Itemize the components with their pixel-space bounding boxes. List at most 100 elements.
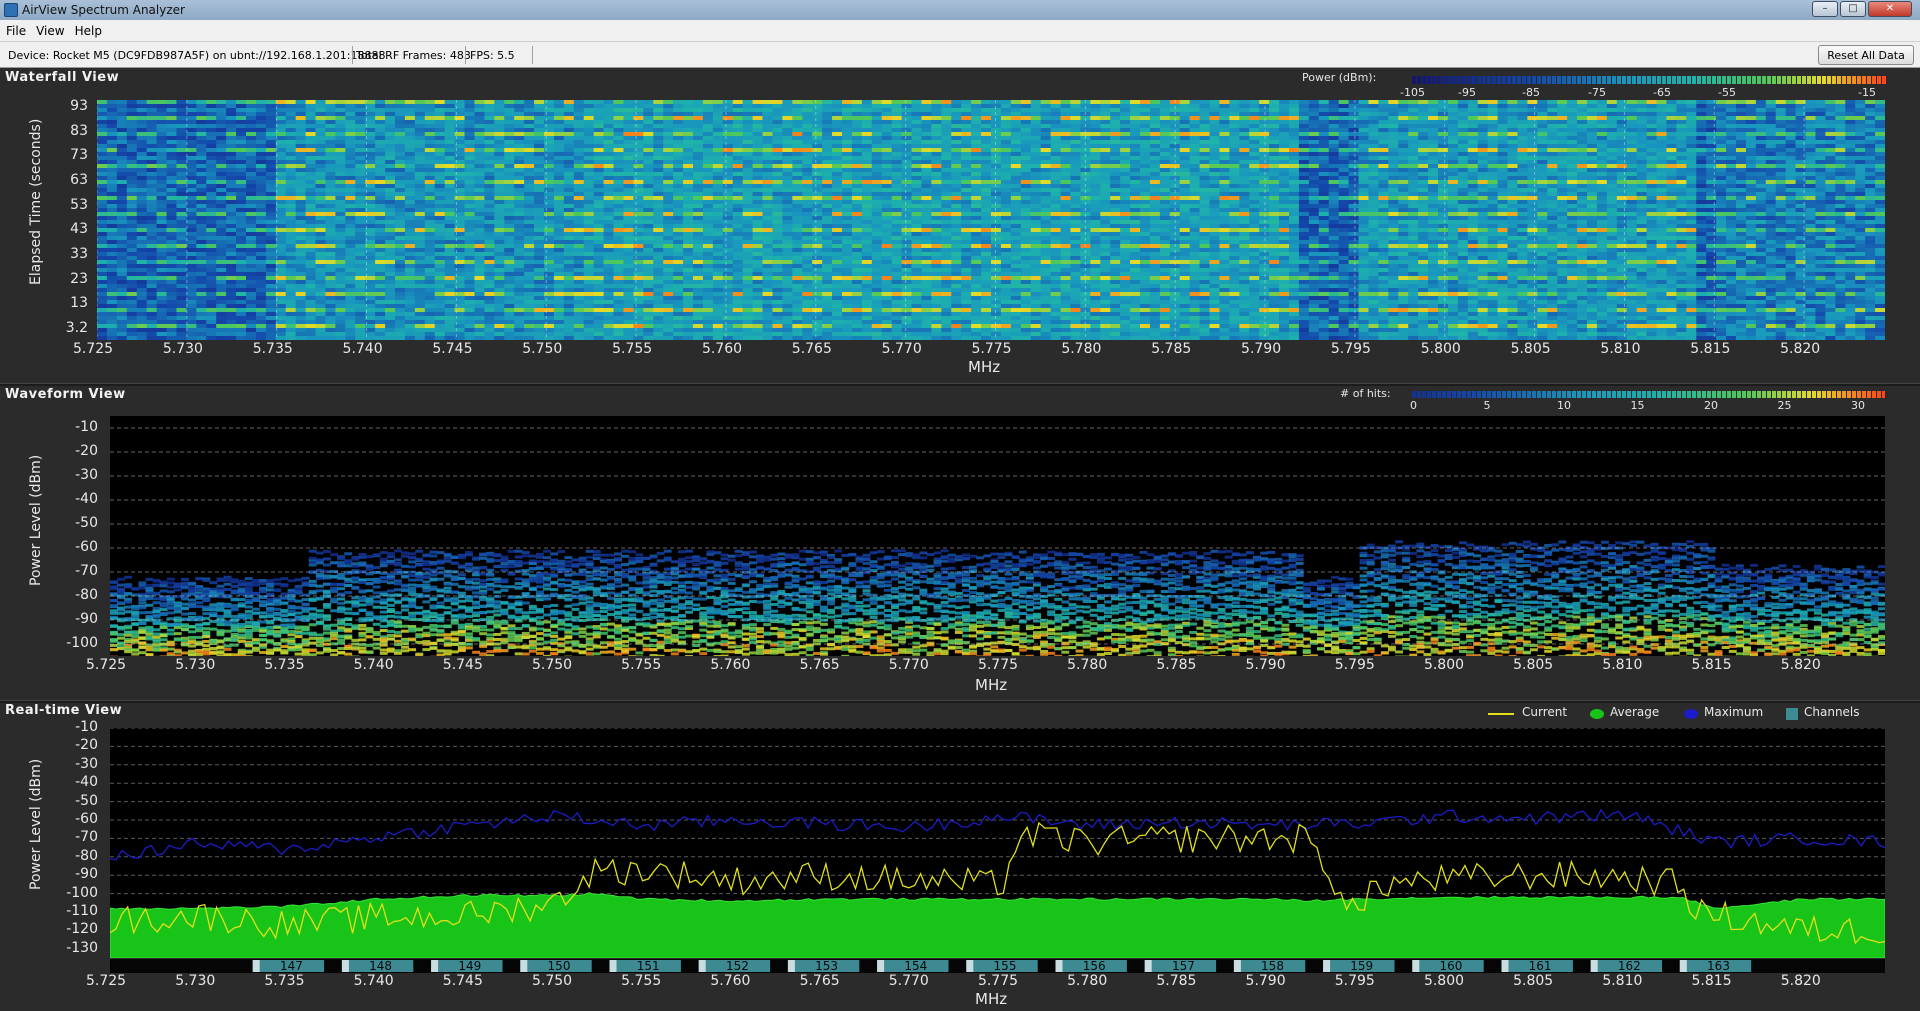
hits-legend-tick: 0 bbox=[1410, 399, 1417, 412]
channel-block: 150 bbox=[520, 959, 592, 973]
divider bbox=[532, 46, 533, 64]
hits-legend-tick: 15 bbox=[1630, 399, 1645, 412]
channel-block: 152 bbox=[698, 959, 771, 973]
channel-label: 155 bbox=[994, 959, 1017, 973]
waveform-x-tick: 5.795 bbox=[1334, 657, 1375, 673]
waterfall-y-label: Elapsed Time (seconds) bbox=[28, 118, 44, 285]
waterfall-x-tick: 5.750 bbox=[522, 341, 563, 357]
maximize-icon[interactable]: □ bbox=[1840, 1, 1866, 17]
waterfall-x-tick: 5.725 bbox=[73, 341, 114, 357]
channel-block: 157 bbox=[1144, 959, 1217, 973]
waterfall-title: Waterfall View bbox=[5, 70, 120, 85]
channel-block: 161 bbox=[1501, 959, 1573, 973]
realtime-x-label: MHz bbox=[975, 990, 1008, 1008]
waterfall-x-tick: 5.760 bbox=[701, 341, 743, 357]
hits-legend-tick: 10 bbox=[1557, 399, 1571, 412]
waveform-x-tick: 5.730 bbox=[175, 657, 216, 673]
realtime-x-tick: 5.775 bbox=[977, 973, 1019, 989]
channel-label: 148 bbox=[369, 959, 392, 973]
waveform-x-tick: 5.745 bbox=[442, 657, 483, 673]
waterfall-x-tick: 5.805 bbox=[1510, 341, 1551, 357]
waveform-y-tick: -40 bbox=[75, 491, 98, 507]
channel-label: 153 bbox=[815, 959, 838, 973]
waveform-title: Waveform View bbox=[5, 387, 126, 402]
realtime-plot[interactable] bbox=[110, 728, 1885, 958]
waterfall-x-label: MHz bbox=[968, 358, 1001, 376]
waveform-x-tick: 5.740 bbox=[353, 657, 394, 673]
realtime-y-tick: -100 bbox=[66, 884, 98, 901]
power-color-scale bbox=[1412, 76, 1886, 84]
menu-file[interactable]: File bbox=[2, 20, 30, 38]
channel-label: 149 bbox=[458, 959, 481, 973]
waterfall-x-tick: 5.790 bbox=[1241, 341, 1282, 357]
waterfall-x-tick: 5.795 bbox=[1330, 341, 1371, 357]
realtime-x-tick: 5.770 bbox=[888, 973, 929, 989]
channel-block: 156 bbox=[1055, 959, 1127, 973]
realtime-y-tick: -90 bbox=[75, 866, 98, 883]
realtime-y-tick: -130 bbox=[66, 939, 98, 956]
waveform-x-tick: 5.805 bbox=[1513, 657, 1554, 673]
channel-block: 149 bbox=[431, 959, 503, 973]
waterfall-y-tick: 83 bbox=[70, 122, 88, 139]
channel-label: 156 bbox=[1083, 959, 1106, 973]
channel-label: 158 bbox=[1261, 959, 1284, 973]
realtime-x-tick: 5.815 bbox=[1691, 973, 1732, 989]
waveform-x-tick: 5.770 bbox=[888, 657, 929, 673]
current-legend-line bbox=[1488, 713, 1514, 715]
waterfall-x-tick: 5.765 bbox=[791, 341, 832, 357]
realtime-y-tick: -30 bbox=[75, 755, 98, 772]
menu-bar: File View Help bbox=[0, 20, 1920, 42]
channel-label: 163 bbox=[1707, 959, 1730, 973]
waveform-x-tick: 5.820 bbox=[1780, 657, 1821, 673]
realtime-x-tick: 5.750 bbox=[531, 973, 573, 989]
rf-frames-count: Total RF Frames: 483 bbox=[356, 49, 471, 62]
close-icon[interactable]: ✕ bbox=[1868, 1, 1912, 17]
hits-legend-tick: 5 bbox=[1483, 399, 1491, 412]
realtime-x-tick: 5.820 bbox=[1780, 973, 1821, 989]
power-legend-tick: -85 bbox=[1522, 86, 1540, 99]
realtime-x-tick: 5.810 bbox=[1602, 973, 1643, 989]
waveform-x-tick: 5.815 bbox=[1691, 657, 1732, 673]
waterfall-x-tick: 5.820 bbox=[1780, 341, 1821, 357]
waveform-x-tick: 5.755 bbox=[621, 657, 662, 673]
waveform-plot[interactable] bbox=[110, 416, 1885, 656]
waterfall-x-tick: 5.770 bbox=[881, 341, 922, 357]
legend-maximum: Maximum bbox=[1704, 705, 1764, 719]
reset-all-data-button[interactable]: Reset All Data bbox=[1818, 45, 1914, 65]
realtime-x-tick: 5.740 bbox=[353, 973, 394, 989]
power-legend-label: Power (dBm): bbox=[1302, 71, 1377, 84]
menu-view[interactable]: View bbox=[32, 20, 68, 38]
hits-legend-tick: 25 bbox=[1777, 399, 1792, 412]
divider bbox=[465, 46, 466, 64]
waterfall-y-tick: 53 bbox=[70, 196, 88, 213]
waveform-y-tick: -20 bbox=[75, 443, 98, 459]
realtime-y-tick: -40 bbox=[75, 774, 98, 791]
waveform-y-label: Power Level (dBm) bbox=[28, 454, 44, 586]
waterfall-x-tick: 5.735 bbox=[252, 341, 293, 357]
waveform-y-tick: -90 bbox=[75, 611, 98, 627]
channel-block: 162 bbox=[1590, 959, 1663, 973]
waveform-x-tick: 5.735 bbox=[264, 657, 305, 673]
realtime-x-tick: 5.735 bbox=[264, 973, 305, 989]
power-legend-tick: -95 bbox=[1458, 86, 1476, 99]
waveform-x-tick: 5.750 bbox=[531, 657, 573, 673]
waveform-y-tick: -80 bbox=[75, 587, 98, 603]
minimize-icon[interactable]: – bbox=[1812, 1, 1838, 17]
waveform-x-tick: 5.780 bbox=[1067, 657, 1108, 673]
menu-help[interactable]: Help bbox=[71, 20, 106, 38]
realtime-y-tick: -120 bbox=[66, 921, 98, 938]
waveform-y-tick: -70 bbox=[75, 563, 98, 579]
waveform-x-tick: 5.775 bbox=[977, 657, 1019, 673]
realtime-x-tick: 5.780 bbox=[1067, 973, 1108, 989]
channel-label: 147 bbox=[280, 959, 303, 973]
channel-label: 161 bbox=[1529, 959, 1552, 973]
waveform-x-tick: 5.785 bbox=[1156, 657, 1197, 673]
legend-channels: Channels bbox=[1804, 705, 1860, 719]
waveform-x-tick: 5.800 bbox=[1423, 657, 1465, 673]
waterfall-plot[interactable] bbox=[97, 100, 1885, 340]
channel-block: 158 bbox=[1233, 959, 1306, 973]
channel-block: 148 bbox=[341, 959, 414, 973]
waterfall-x-tick: 5.730 bbox=[162, 341, 203, 357]
waterfall-x-tick: 5.810 bbox=[1600, 341, 1641, 357]
realtime-y-tick: -110 bbox=[66, 903, 98, 919]
